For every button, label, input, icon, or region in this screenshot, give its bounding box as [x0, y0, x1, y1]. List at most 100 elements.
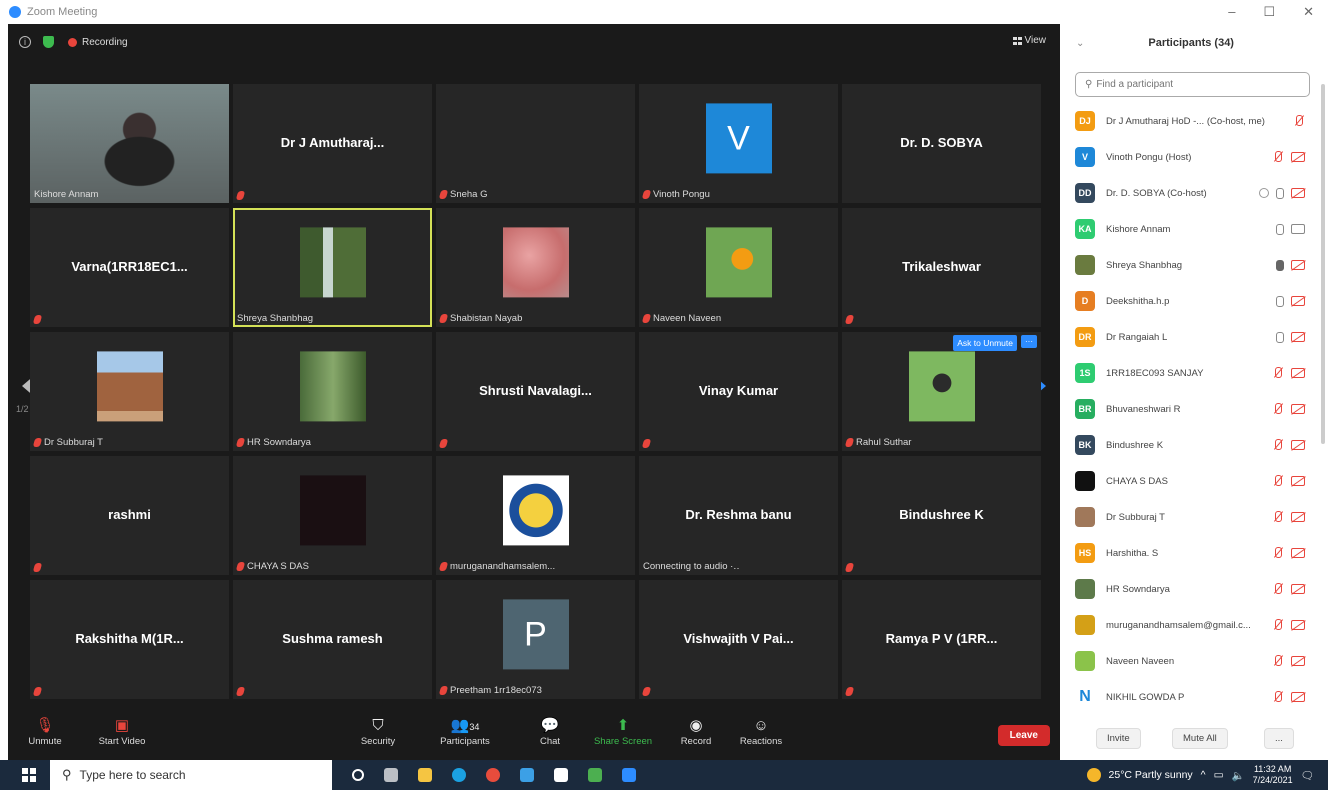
- view-button[interactable]: View: [1012, 35, 1046, 46]
- participant-list-item[interactable]: DR Dr Rangaiah L: [1064, 319, 1328, 355]
- participant-tile[interactable]: Sushma ramesh: [233, 580, 432, 699]
- zoom-taskbar-icon[interactable]: [622, 768, 636, 782]
- volume-icon[interactable]: 🔈: [1232, 769, 1245, 782]
- video-off-icon[interactable]: [1291, 512, 1305, 522]
- windows-start-icon[interactable]: [22, 768, 36, 782]
- participant-list-item[interactable]: DD Dr. D. SOBYA (Co-host): [1064, 175, 1328, 211]
- mic-muted-icon[interactable]: [1272, 151, 1284, 163]
- mic-icon[interactable]: [1276, 223, 1284, 235]
- video-off-icon[interactable]: [1291, 584, 1305, 594]
- participant-tile[interactable]: Varna(1RR18EC1...: [30, 208, 229, 327]
- leave-button[interactable]: Leave: [997, 725, 1050, 746]
- participant-tile[interactable]: Bindushree K: [842, 456, 1041, 575]
- mail-icon[interactable]: [520, 768, 534, 782]
- video-off-icon[interactable]: [1291, 368, 1305, 378]
- mic-muted-icon[interactable]: [1272, 583, 1284, 595]
- mute-all-button[interactable]: Mute All: [1172, 728, 1228, 749]
- participant-tile[interactable]: CHAYA S DAS: [233, 456, 432, 575]
- participant-tile[interactable]: P Preetham 1rr18ec073: [436, 580, 635, 699]
- tile-more-options-button[interactable]: ···: [1021, 335, 1037, 348]
- security-button[interactable]: ⛉ Security: [354, 716, 402, 747]
- ask-to-unmute-button[interactable]: Ask to Unmute: [953, 335, 1017, 351]
- participants-button[interactable]: 👥34 Participants: [434, 716, 496, 747]
- encryption-shield-icon[interactable]: [43, 36, 54, 48]
- participant-list-item[interactable]: BR Bhuvaneshwari R: [1064, 391, 1328, 427]
- participant-tile[interactable]: Trikaleshwar: [842, 208, 1041, 327]
- taskbar-search[interactable]: ⚲ Type here to search: [50, 760, 332, 790]
- video-off-icon[interactable]: [1291, 152, 1305, 162]
- mic-muted-icon[interactable]: [1272, 511, 1284, 523]
- participant-list-scrollbar[interactable]: [1321, 84, 1325, 444]
- info-icon[interactable]: i: [19, 36, 31, 48]
- participant-tile[interactable]: Vishwajith V Pai...: [639, 580, 838, 699]
- mic-muted-icon[interactable]: [1272, 439, 1284, 451]
- share-screen-button[interactable]: ⬆ Share Screen: [591, 716, 655, 747]
- participant-list-item[interactable]: DJ Dr J Amutharaj HoD -... (Co-host, me): [1064, 103, 1328, 139]
- notifications-icon[interactable]: 🗨: [1301, 769, 1314, 782]
- participant-tile[interactable]: Dr Subburaj T: [30, 332, 229, 451]
- mic-icon[interactable]: [1276, 295, 1284, 307]
- video-off-icon[interactable]: [1291, 656, 1305, 666]
- chrome-icon[interactable]: [486, 768, 500, 782]
- video-off-icon[interactable]: [1291, 692, 1305, 702]
- participant-tile[interactable]: rashmi: [30, 456, 229, 575]
- participant-tile[interactable]: HR Sowndarya: [233, 332, 432, 451]
- participant-tile[interactable]: Shrusti Navalagi...: [436, 332, 635, 451]
- participant-list-item[interactable]: HR Sowndarya: [1064, 571, 1328, 607]
- participant-tile[interactable]: Sneha G: [436, 84, 635, 203]
- photos-icon[interactable]: [588, 768, 602, 782]
- participant-list-item[interactable]: Dr Subburaj T: [1064, 499, 1328, 535]
- participant-list-item[interactable]: HS Harshitha. S: [1064, 535, 1328, 571]
- maximize-button[interactable]: ☐: [1263, 4, 1275, 20]
- participant-list-item[interactable]: N NIKHIL GOWDA P: [1064, 679, 1328, 715]
- participant-tile[interactable]: Dr J Amutharaj...: [233, 84, 432, 203]
- participant-list-item[interactable]: muruganandhamsalem@gmail.c...: [1064, 607, 1328, 643]
- video-off-icon[interactable]: [1291, 332, 1305, 342]
- participant-tile[interactable]: Rakshitha M(1R...: [30, 580, 229, 699]
- close-button[interactable]: ✕: [1303, 4, 1314, 20]
- mic-muted-icon[interactable]: [1272, 475, 1284, 487]
- participant-tile[interactable]: Ramya P V (1RR...: [842, 580, 1041, 699]
- participant-list-item[interactable]: Naveen Naveen: [1064, 643, 1328, 679]
- participant-list-item[interactable]: KA Kishore Annam: [1064, 211, 1328, 247]
- minimize-button[interactable]: –: [1228, 4, 1235, 20]
- participant-tile[interactable]: Dr. Reshma banu Connecting to audio ·‥: [639, 456, 838, 575]
- file-explorer-icon[interactable]: [418, 768, 432, 782]
- participant-list-item[interactable]: BK Bindushree K: [1064, 427, 1328, 463]
- video-icon[interactable]: [1291, 224, 1305, 234]
- reactions-button[interactable]: ☺ Reactions: [736, 716, 786, 747]
- unmute-button[interactable]: 🎙 Unmute: [22, 716, 68, 747]
- mic-muted-icon[interactable]: [1272, 367, 1284, 379]
- participant-search-input[interactable]: [1096, 79, 1277, 90]
- cortana-icon[interactable]: [352, 769, 364, 781]
- video-off-icon[interactable]: [1291, 296, 1305, 306]
- participant-list-item[interactable]: D Deekshitha.h.p: [1064, 283, 1328, 319]
- network-icon[interactable]: ▭: [1214, 769, 1224, 781]
- video-off-icon[interactable]: [1291, 260, 1305, 270]
- weather-icon[interactable]: [1086, 768, 1101, 782]
- mic-muted-icon[interactable]: [1272, 619, 1284, 631]
- participant-list-item[interactable]: CHAYA S DAS: [1064, 463, 1328, 499]
- weather-text[interactable]: 25°C Partly sunny: [1109, 769, 1193, 781]
- collapse-chevron-icon[interactable]: ⌄: [1076, 38, 1084, 49]
- mic-muted-icon[interactable]: [1272, 655, 1284, 667]
- video-off-icon[interactable]: [1291, 404, 1305, 414]
- more-options-button[interactable]: ...: [1264, 728, 1294, 749]
- video-off-icon[interactable]: [1291, 620, 1305, 630]
- mic-muted-icon[interactable]: [1293, 115, 1305, 127]
- mic-muted-icon[interactable]: [1272, 691, 1284, 703]
- clock[interactable]: 11:32 AM 7/24/2021: [1253, 764, 1293, 786]
- mic-muted-icon[interactable]: [1272, 547, 1284, 559]
- chat-button[interactable]: 💬 Chat: [532, 716, 568, 747]
- store-icon[interactable]: [554, 768, 568, 782]
- participant-list-item[interactable]: Shreya Shanbhag: [1064, 247, 1328, 283]
- participant-tile[interactable]: Shabistan Nayab: [436, 208, 635, 327]
- video-off-icon[interactable]: [1291, 188, 1305, 198]
- participant-tile[interactable]: Shreya Shanbhag: [233, 208, 432, 327]
- participant-tile[interactable]: Naveen Naveen: [639, 208, 838, 327]
- mic-muted-icon[interactable]: [1272, 403, 1284, 415]
- participant-tile[interactable]: V Vinoth Pongu: [639, 84, 838, 203]
- participant-tile[interactable]: Vinay Kumar: [639, 332, 838, 451]
- mic-active-icon[interactable]: [1276, 259, 1284, 271]
- participant-list-item[interactable]: V Vinoth Pongu (Host): [1064, 139, 1328, 175]
